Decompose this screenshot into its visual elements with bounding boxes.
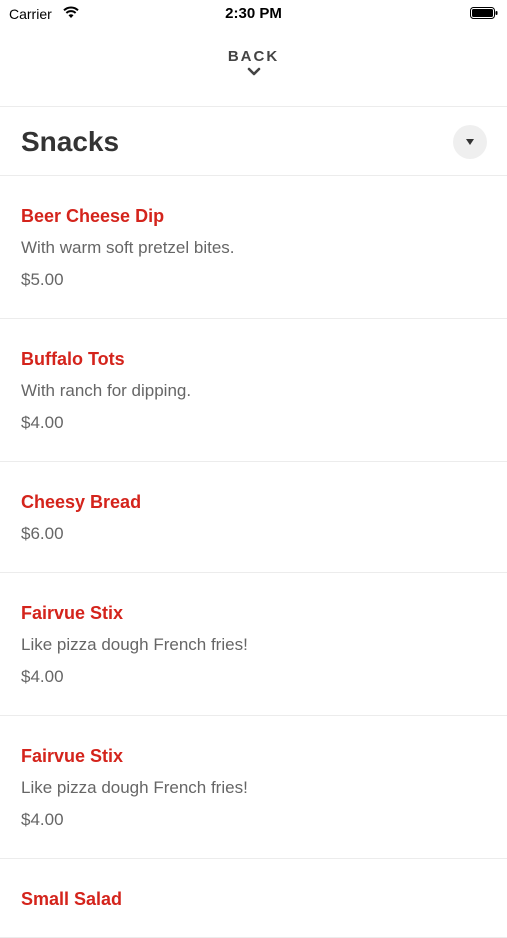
menu-list: Beer Cheese Dip With warm soft pretzel b… — [0, 176, 507, 938]
chevron-down-icon — [247, 67, 260, 76]
item-description: Like pizza dough French fries! — [21, 778, 248, 797]
header-divider — [0, 106, 507, 107]
menu-item[interactable]: Beer Cheese Dip With warm soft pretzel b… — [0, 176, 507, 319]
item-name: Small Salad — [21, 889, 123, 909]
item-name: Fairvue Stix — [21, 603, 124, 623]
item-price: $5.00 — [21, 270, 64, 289]
item-name: Cheesy Bread — [21, 492, 142, 512]
back-label: BACK — [227, 48, 280, 65]
section-header: Snacks — [0, 108, 507, 176]
caret-down-icon — [466, 139, 474, 145]
section-title: Snacks — [21, 126, 120, 157]
menu-item[interactable]: Fairvue Stix Like pizza dough French fri… — [0, 573, 507, 716]
item-price: $4.00 — [21, 810, 64, 829]
menu-item[interactable]: Cheesy Bread $6.00 — [0, 462, 507, 573]
battery-icon — [470, 7, 498, 19]
status-bar: Carrier 2:30 PM — [0, 0, 507, 28]
section-dropdown-button[interactable] — [453, 125, 487, 159]
item-description: With warm soft pretzel bites. — [21, 238, 235, 257]
item-price: $4.00 — [21, 667, 64, 686]
item-description: Like pizza dough French fries! — [21, 635, 248, 654]
back-button[interactable]: BACK — [0, 48, 507, 77]
item-price: $6.00 — [21, 524, 64, 543]
clock: 2:30 PM — [225, 5, 282, 22]
menu-item[interactable]: Buffalo Tots With ranch for dipping. $4.… — [0, 319, 507, 462]
item-name: Fairvue Stix — [21, 746, 124, 766]
item-price: $4.00 — [21, 413, 64, 432]
item-name: Beer Cheese Dip — [21, 206, 165, 226]
menu-item[interactable]: Small Salad — [0, 859, 507, 938]
menu-item[interactable]: Fairvue Stix Like pizza dough French fri… — [0, 716, 507, 859]
item-description: With ranch for dipping. — [21, 381, 192, 400]
item-name: Buffalo Tots — [21, 349, 125, 369]
